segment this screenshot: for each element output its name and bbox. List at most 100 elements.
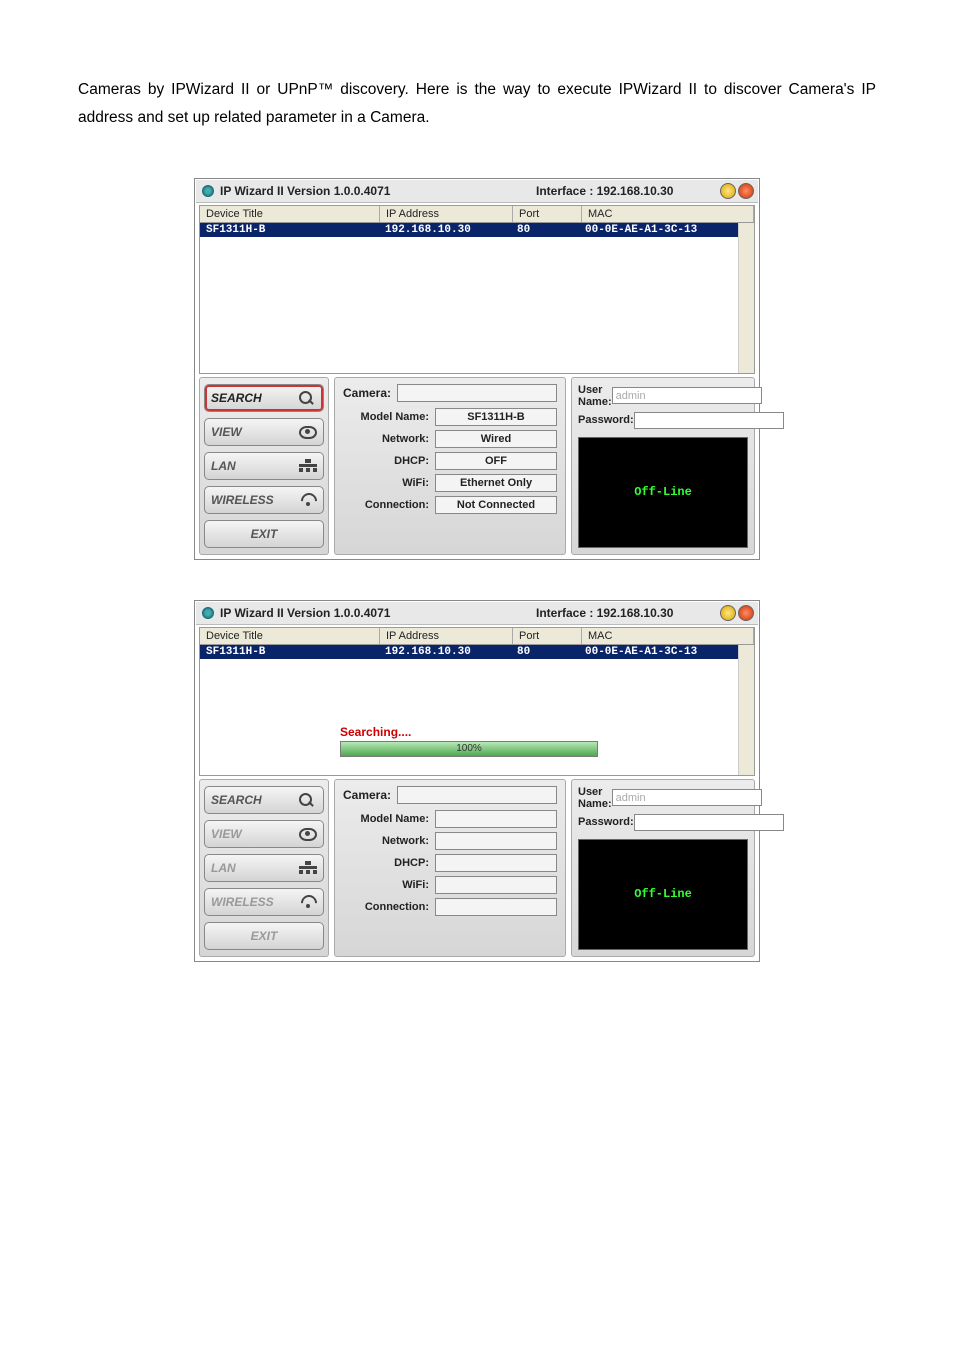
wireless-button[interactable]: WIRELESS <box>204 486 324 514</box>
cell-ip: 192.168.10.30 <box>379 223 511 237</box>
col-port[interactable]: Port <box>513 628 582 644</box>
username-label: User Name: <box>578 786 612 810</box>
device-row[interactable]: SF1311H-B 192.168.10.30 80 00-0E-AE-A1-3… <box>200 223 754 237</box>
search-button[interactable]: SEARCH <box>204 786 324 814</box>
col-port[interactable]: Port <box>513 206 582 222</box>
wifi-label: WiFi: <box>343 879 435 891</box>
interface-label: Interface : 192.168.10.30 <box>536 184 673 198</box>
wireless-button: WIRELESS <box>204 888 324 916</box>
searching-overlay: Searching.... 100% <box>340 725 598 757</box>
lan-icon <box>299 459 317 473</box>
connection-value: Not Connected <box>435 496 557 514</box>
camera-panel: Camera: Model Name: Network: DHCP: WiFi:… <box>334 779 566 957</box>
camera-panel: Camera: Model Name:SF1311H-B Network:Wir… <box>334 377 566 555</box>
wifi-icon <box>299 895 317 909</box>
status-display: Off-Line <box>578 437 748 548</box>
device-list[interactable]: SF1311H-B 192.168.10.30 80 00-0E-AE-A1-3… <box>199 645 755 776</box>
connection-label: Connection: <box>343 499 435 511</box>
view-icon <box>299 827 317 841</box>
wifi-value <box>435 876 557 894</box>
lan-button[interactable]: LAN <box>204 452 324 480</box>
model-name-value: SF1311H-B <box>435 408 557 426</box>
col-device-title[interactable]: Device Title <box>200 206 380 222</box>
password-input[interactable] <box>634 412 784 429</box>
cell-title: SF1311H-B <box>200 223 379 237</box>
wifi-icon <box>299 493 317 507</box>
titlebar: IP Wizard II Version 1.0.0.4071 Interfac… <box>196 602 758 625</box>
password-input[interactable] <box>634 814 784 831</box>
model-name-label: Model Name: <box>343 411 435 423</box>
nav-label: SEARCH <box>211 793 262 807</box>
dhcp-label: DHCP: <box>343 857 435 869</box>
nav-label: VIEW <box>211 827 242 841</box>
cell-title: SF1311H-B <box>200 645 379 659</box>
col-mac[interactable]: MAC <box>582 628 754 644</box>
exit-button[interactable]: EXIT <box>204 520 324 548</box>
nav-label: WIRELESS <box>211 493 274 507</box>
nav-label: LAN <box>211 459 236 473</box>
nav-label: VIEW <box>211 425 242 439</box>
username-label: User Name: <box>578 384 612 408</box>
exit-button: EXIT <box>204 922 324 950</box>
model-name-value <box>435 810 557 828</box>
minimize-icon[interactable] <box>720 183 736 199</box>
network-label: Network: <box>343 433 435 445</box>
nav-panel: SEARCH VIEW LAN WIRELESS EXIT <box>199 779 329 957</box>
close-icon[interactable] <box>738 605 754 621</box>
titlebar: IP Wizard II Version 1.0.0.4071 Interfac… <box>196 180 758 203</box>
username-input[interactable] <box>612 789 762 806</box>
camera-value <box>397 384 557 402</box>
camera-value <box>397 786 557 804</box>
progress-bar: 100% <box>340 741 598 757</box>
scrollbar[interactable] <box>738 645 754 775</box>
auth-panel: User Name: Password: Off-Line <box>571 779 755 957</box>
app-icon <box>202 185 214 197</box>
connection-label: Connection: <box>343 901 435 913</box>
view-icon <box>299 425 317 439</box>
searching-label: Searching.... <box>340 725 598 739</box>
nav-label: LAN <box>211 861 236 875</box>
wifi-value: Ethernet Only <box>435 474 557 492</box>
app-window-2: IP Wizard II Version 1.0.0.4071 Interfac… <box>194 600 760 962</box>
cell-mac: 00-0E-AE-A1-3C-13 <box>579 223 754 237</box>
connection-value <box>435 898 557 916</box>
view-button: VIEW <box>204 820 324 848</box>
cell-port: 80 <box>511 223 579 237</box>
lan-icon <box>299 861 317 875</box>
minimize-icon[interactable] <box>720 605 736 621</box>
scrollbar[interactable] <box>738 223 754 373</box>
network-value: Wired <box>435 430 557 448</box>
auth-panel: User Name: Password: Off-Line <box>571 377 755 555</box>
device-row[interactable]: SF1311H-B 192.168.10.30 80 00-0E-AE-A1-3… <box>200 645 754 659</box>
search-button[interactable]: SEARCH <box>204 384 324 412</box>
model-name-label: Model Name: <box>343 813 435 825</box>
col-ip-address[interactable]: IP Address <box>380 206 513 222</box>
password-label: Password: <box>578 414 634 426</box>
view-button[interactable]: VIEW <box>204 418 324 446</box>
dhcp-value <box>435 854 557 872</box>
cell-port: 80 <box>511 645 579 659</box>
nav-label: EXIT <box>251 527 278 541</box>
nav-label: SEARCH <box>211 391 262 405</box>
nav-label: WIRELESS <box>211 895 274 909</box>
app-window-1: IP Wizard II Version 1.0.0.4071 Interfac… <box>194 178 760 560</box>
app-icon <box>202 607 214 619</box>
network-value <box>435 832 557 850</box>
network-label: Network: <box>343 835 435 847</box>
col-mac[interactable]: MAC <box>582 206 754 222</box>
list-header: Device Title IP Address Port MAC <box>199 627 755 645</box>
search-icon <box>299 793 317 807</box>
col-ip-address[interactable]: IP Address <box>380 628 513 644</box>
col-device-title[interactable]: Device Title <box>200 628 380 644</box>
nav-panel: SEARCH VIEW LAN WIRELESS EXIT <box>199 377 329 555</box>
camera-label: Camera: <box>343 386 391 400</box>
list-header: Device Title IP Address Port MAC <box>199 205 755 223</box>
device-list[interactable]: SF1311H-B 192.168.10.30 80 00-0E-AE-A1-3… <box>199 223 755 374</box>
dhcp-label: DHCP: <box>343 455 435 467</box>
wifi-label: WiFi: <box>343 477 435 489</box>
app-title: IP Wizard II Version 1.0.0.4071 <box>220 184 390 198</box>
close-icon[interactable] <box>738 183 754 199</box>
lan-button: LAN <box>204 854 324 882</box>
username-input[interactable] <box>612 387 762 404</box>
dhcp-value: OFF <box>435 452 557 470</box>
